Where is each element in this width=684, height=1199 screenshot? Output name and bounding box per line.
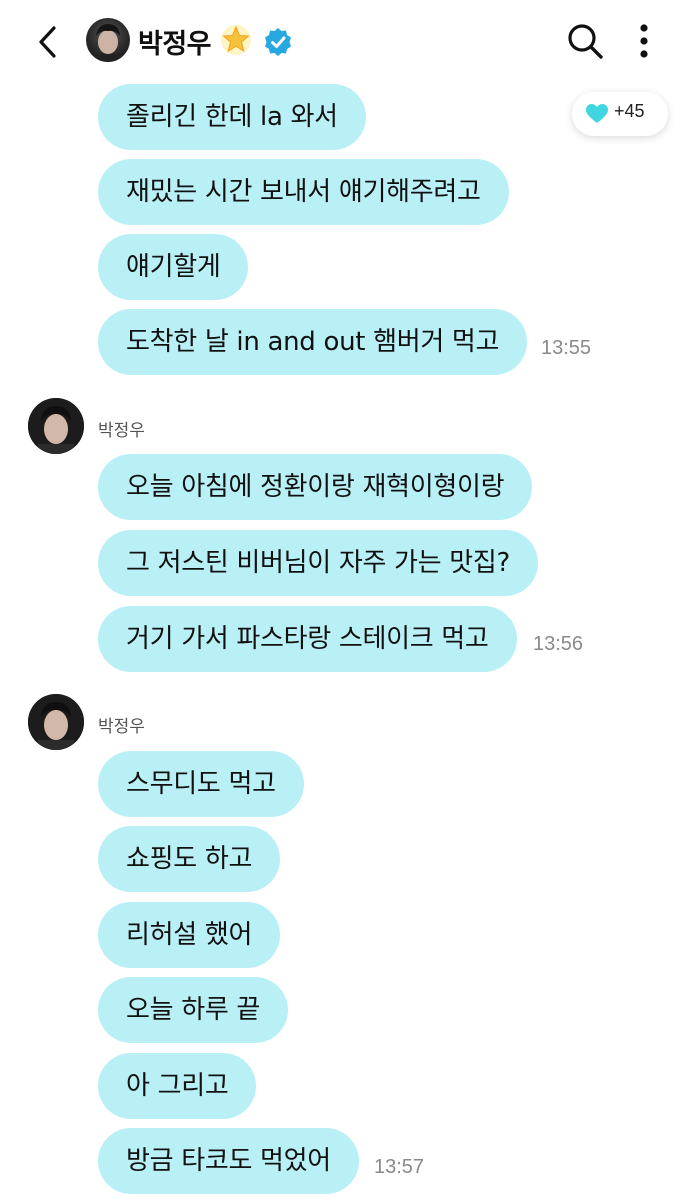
- message-bubble[interactable]: 쇼핑도 하고: [98, 826, 281, 892]
- sender-name: 박정우: [98, 717, 145, 737]
- message-bubble[interactable]: 스무디도 먹고: [98, 751, 304, 817]
- reaction-badge[interactable]: +45: [572, 92, 668, 136]
- message-bubble[interactable]: 얘기할게: [98, 234, 249, 300]
- message-bubble[interactable]: 리허설 했어: [98, 902, 281, 968]
- message-bubble[interactable]: 아 그리고: [98, 1053, 257, 1119]
- heart-icon: [586, 104, 608, 123]
- message-bubble[interactable]: 방금 타코도 먹었어: [98, 1128, 359, 1194]
- sender-name: 박정우: [98, 421, 145, 441]
- message-bubble[interactable]: 거기 가서 파스타랑 스테이크 먹고: [98, 606, 517, 672]
- message-bubble[interactable]: 그 저스틴 비버님이 자주 가는 맛집?: [98, 530, 539, 596]
- reaction-count: +45: [614, 101, 645, 121]
- message-bubble[interactable]: 오늘 하루 끝: [98, 977, 289, 1043]
- message-bubble[interactable]: 오늘 아침에 정환이랑 재혁이형이랑: [98, 454, 533, 520]
- avatar[interactable]: [28, 398, 84, 454]
- chat-title: 박정우: [138, 29, 212, 60]
- message-bubble[interactable]: 도착한 날 in and out 햄버거 먹고: [98, 309, 528, 375]
- glowing-star-icon: [221, 25, 251, 55]
- verified-badge-icon: [265, 28, 291, 56]
- chevron-left-icon[interactable]: [32, 22, 64, 62]
- message-bubble[interactable]: 재밌는 시간 보내서 얘기해주려고: [98, 159, 509, 225]
- avatar[interactable]: [86, 18, 130, 62]
- more-vertical-icon[interactable]: [632, 20, 656, 62]
- message-time: 13:55: [541, 337, 592, 359]
- avatar[interactable]: [28, 694, 84, 750]
- chat-header: 박정우: [0, 0, 684, 82]
- message-time: 13:56: [533, 633, 584, 655]
- message-time: 13:57: [374, 1156, 425, 1178]
- search-icon[interactable]: [566, 22, 604, 60]
- message-bubble[interactable]: 졸리긴 한데 la 와서: [98, 84, 366, 150]
